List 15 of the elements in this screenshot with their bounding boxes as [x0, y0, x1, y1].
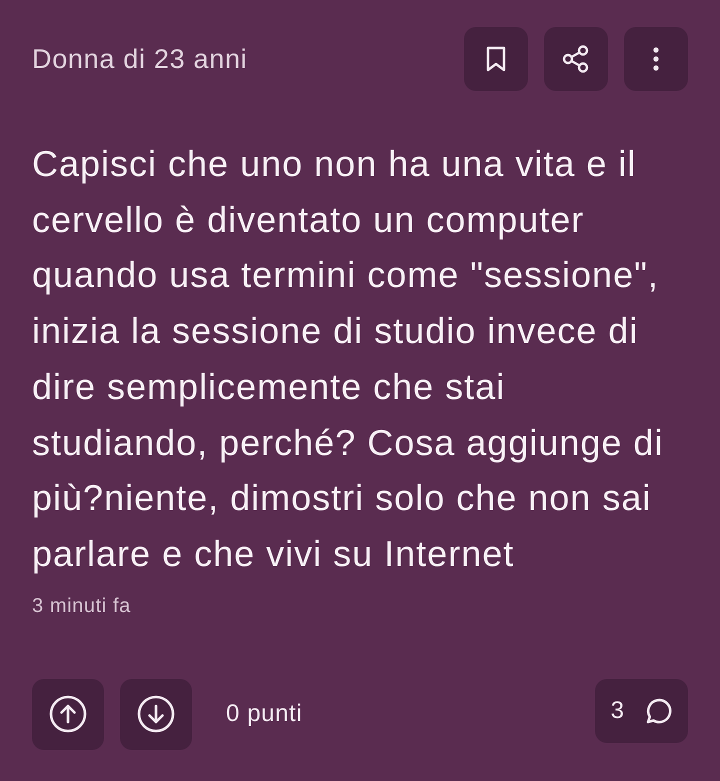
- downvote-button[interactable]: [120, 678, 192, 750]
- upvote-button[interactable]: [32, 678, 104, 750]
- score-label: 0 punti: [226, 699, 302, 730]
- timestamp: 3 minuti fa: [32, 594, 131, 619]
- author-label: Donna di 23 anni: [32, 42, 248, 76]
- comments-button[interactable]: 3: [594, 678, 688, 743]
- share-button[interactable]: [544, 27, 608, 91]
- post-text: Capisci che uno non ha una vita e il cervello è diventato un computer quando usa termini come "sessione", inizia la sessione di studio invece di dire semplicemente che stai studiando, perché? Cosa aggiunge di più?niente, dimostri solo che non sai parlare e che vivi su Internet: [32, 142, 664, 576]
- bookmark-icon: [486, 46, 506, 72]
- arrow-down-circle-icon: [137, 695, 175, 734]
- arrow-up-circle-icon: [49, 695, 87, 734]
- speech-bubble-icon: [644, 696, 672, 725]
- share-icon: [562, 45, 590, 73]
- bookmark-button[interactable]: [464, 27, 528, 91]
- more-icon: [653, 47, 659, 71]
